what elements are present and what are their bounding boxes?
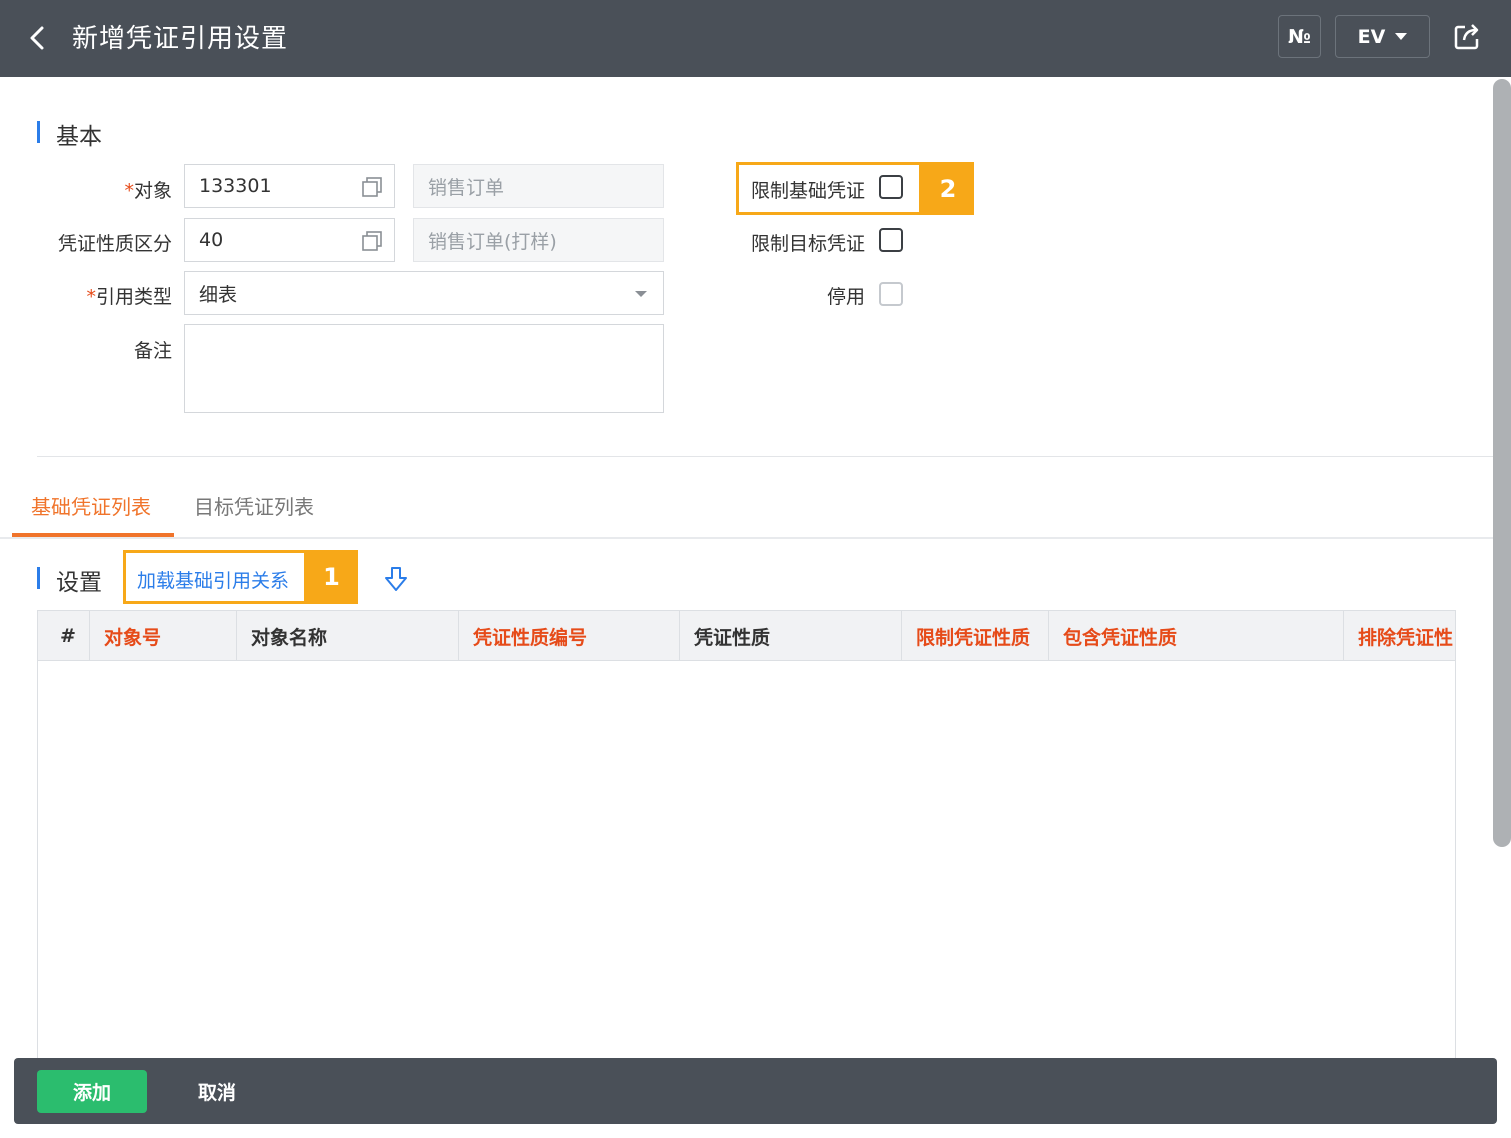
tab-target-voucher-list[interactable]: 目标凭证列表 xyxy=(194,491,314,520)
number-label: № xyxy=(1288,25,1311,48)
dropdown-caret-icon xyxy=(635,291,647,297)
col-nature-code[interactable]: 凭证性质编号 xyxy=(459,611,680,661)
ref-type-label: *引用类型 xyxy=(86,286,172,308)
disabled-checkbox[interactable] xyxy=(879,282,903,306)
callout-2-highlight xyxy=(736,162,922,215)
callout-1-badge: 1 xyxy=(305,550,358,604)
remark-label: 备注 xyxy=(133,340,172,362)
object-input[interactable]: 133301 xyxy=(184,164,395,208)
action-bar: 添加 取消 xyxy=(14,1058,1497,1124)
ref-type-value: 细表 xyxy=(199,283,238,306)
remark-textarea[interactable] xyxy=(184,324,664,413)
col-nature[interactable]: 凭证性质 xyxy=(680,611,902,661)
col-object-name[interactable]: 对象名称 xyxy=(237,611,459,661)
tab-bar-line xyxy=(0,537,1493,539)
share-icon[interactable] xyxy=(1452,22,1482,52)
top-bar: 新增凭证引用设置 № EV xyxy=(0,0,1511,77)
object-value: 133301 xyxy=(199,175,272,197)
callout-2-badge: 2 xyxy=(922,162,974,215)
number-button[interactable]: № xyxy=(1278,15,1321,58)
callout-1-highlight xyxy=(123,550,307,604)
copy-icon[interactable] xyxy=(360,229,384,253)
object-name-field: 销售订单 xyxy=(413,164,664,208)
nature-label: 凭证性质区分 xyxy=(57,233,172,255)
ev-label: EV xyxy=(1357,25,1386,48)
col-object-no[interactable]: 对象号 xyxy=(90,611,237,661)
page-title: 新增凭证引用设置 xyxy=(72,24,289,54)
ev-dropdown[interactable]: EV xyxy=(1335,15,1430,58)
vertical-scrollbar[interactable] xyxy=(1493,79,1511,847)
copy-icon[interactable] xyxy=(360,175,384,199)
limit-target-checkbox[interactable] xyxy=(879,228,903,252)
back-arrow-icon[interactable] xyxy=(24,20,52,56)
ref-type-select[interactable]: 细表 xyxy=(184,271,664,315)
active-tab-indicator xyxy=(12,533,174,537)
col-index[interactable]: # xyxy=(38,611,90,661)
base-voucher-table: # 对象号 对象名称 凭证性质编号 凭证性质 限制凭证性质 包含凭证性质 排除凭… xyxy=(37,610,1456,1070)
section-divider xyxy=(37,456,1493,457)
col-include-nature[interactable]: 包含凭证性质 xyxy=(1049,611,1344,661)
object-name-value: 销售订单 xyxy=(428,176,505,199)
limit-target-label: 限制目标凭证 xyxy=(750,233,865,255)
caret-down-icon xyxy=(1395,33,1408,40)
download-arrow-icon[interactable] xyxy=(383,565,409,593)
nature-input[interactable]: 40 xyxy=(184,218,395,262)
table-header: # 对象号 对象名称 凭证性质编号 凭证性质 限制凭证性质 包含凭证性质 排除凭… xyxy=(38,611,1455,661)
tab-base-voucher-list[interactable]: 基础凭证列表 xyxy=(31,491,151,520)
nature-value: 40 xyxy=(199,229,224,251)
disabled-label: 停用 xyxy=(826,286,865,308)
col-limit-nature[interactable]: 限制凭证性质 xyxy=(902,611,1049,661)
nature-name-value: 销售订单(打样) xyxy=(428,230,557,253)
nature-name-field: 销售订单(打样) xyxy=(413,218,664,262)
cancel-button[interactable]: 取消 xyxy=(184,1070,250,1113)
col-exclude-nature[interactable]: 排除凭证性 xyxy=(1344,611,1455,661)
add-button[interactable]: 添加 xyxy=(37,1070,147,1113)
object-label: *对象 xyxy=(124,180,172,202)
